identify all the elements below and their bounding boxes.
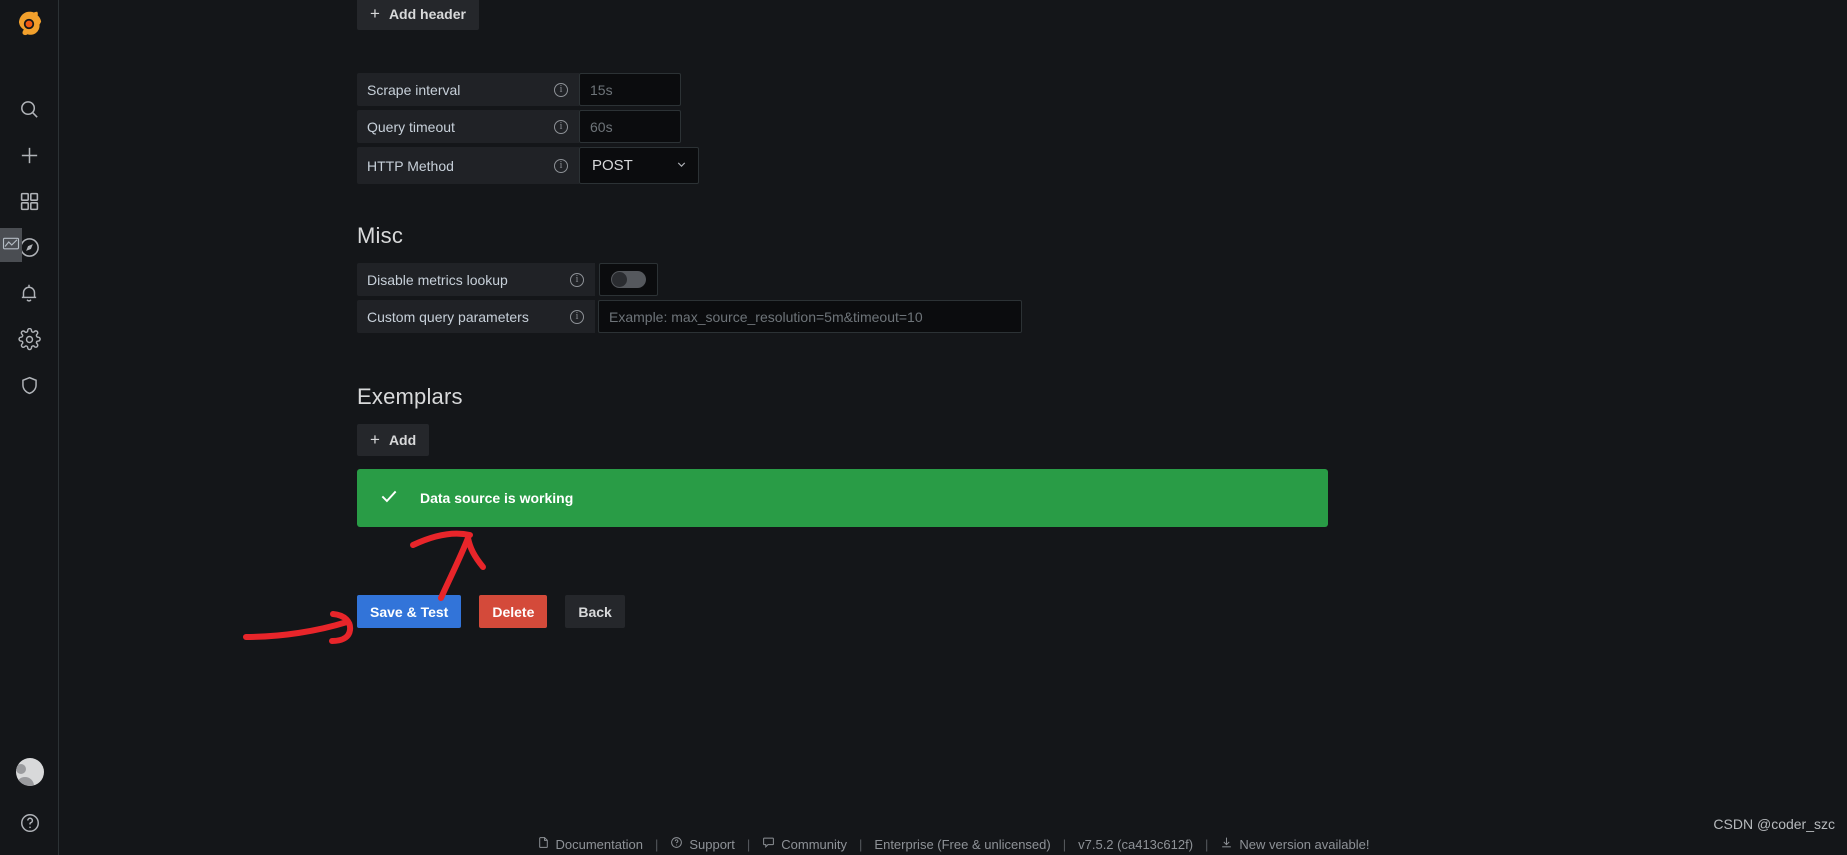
plus-icon: [18, 144, 41, 167]
main-sidebar: [0, 0, 59, 855]
watermark: CSDN @coder_szc: [1713, 816, 1835, 832]
footer-link-label: Community: [781, 836, 848, 852]
query-timeout-input[interactable]: [579, 110, 681, 143]
http-method-label-box: HTTP Method i: [357, 147, 579, 184]
misc-section-title: Misc: [357, 223, 404, 248]
delete-label: Delete: [492, 603, 535, 620]
info-icon[interactable]: i: [570, 309, 584, 324]
page-footer: Documentation | Support | Community | En…: [59, 836, 1847, 855]
save-and-test-label: Save & Test: [370, 603, 449, 620]
search-icon: [18, 98, 41, 121]
status-banner-message: Data source is working: [420, 490, 574, 506]
main-content: + Add header Scrape interval i Query tim…: [59, 0, 1847, 855]
scrape-interval-label-box: Scrape interval i: [357, 73, 579, 106]
add-header-button[interactable]: + Add header: [357, 0, 479, 30]
plus-icon: +: [370, 3, 380, 23]
back-label: Back: [578, 603, 612, 620]
disable-metrics-lookup-label-box: Disable metrics lookup i: [357, 263, 595, 296]
footer-separator: |: [654, 836, 659, 852]
footer-separator: |: [1062, 836, 1067, 852]
exemplars-section-title: Exemplars: [357, 384, 463, 409]
scrape-interval-row: Scrape interval i: [357, 73, 699, 106]
plus-icon: +: [370, 429, 380, 449]
sidebar-bottom: [0, 758, 59, 845]
doc-icon: [537, 836, 550, 852]
sidebar-item-alerting[interactable]: [0, 270, 59, 316]
http-method-row: HTTP Method i POST: [357, 147, 699, 184]
gear-icon: [17, 327, 41, 351]
scrape-interval-label: Scrape interval: [367, 81, 461, 98]
grafana-datasource-settings-page: + Add header Scrape interval i Query tim…: [0, 0, 1847, 855]
custom-query-parameters-input[interactable]: [598, 300, 1022, 333]
http-method-select-wrap: POST: [579, 147, 699, 184]
query-timeout-label-box: Query timeout i: [357, 110, 579, 143]
footer-separator: |: [1205, 836, 1209, 852]
sidebar-item-create[interactable]: [0, 132, 59, 178]
check-icon: [379, 486, 399, 510]
footer-link-documentation[interactable]: Documentation: [537, 836, 643, 852]
save-and-test-button[interactable]: Save & Test: [357, 595, 462, 628]
grafana-logo[interactable]: [9, 4, 49, 44]
footer-new-version-label: New version available!: [1239, 836, 1370, 852]
disable-metrics-lookup-toggle[interactable]: [599, 263, 658, 296]
footer-separator: |: [859, 836, 863, 852]
sidebar-item-configuration[interactable]: [0, 316, 59, 362]
footer-version: v7.5.2 (ca413c612f): [1078, 836, 1194, 852]
add-header-label: Add header: [388, 6, 466, 22]
status-banner: Data source is working: [357, 469, 1328, 527]
sidebar-item-search[interactable]: [0, 86, 59, 132]
disable-metrics-lookup-row: Disable metrics lookup i: [357, 263, 1022, 296]
sidebar-item-server-admin[interactable]: [0, 362, 59, 408]
info-icon[interactable]: i: [570, 272, 584, 287]
info-icon[interactable]: i: [554, 158, 568, 173]
custom-query-parameters-label: Custom query parameters: [367, 308, 529, 325]
custom-query-parameters-label-box: Custom query parameters i: [357, 300, 595, 333]
http-method-label: HTTP Method: [367, 157, 454, 174]
footer-link-community[interactable]: Community: [762, 836, 847, 852]
dashboard-preview-tab[interactable]: [0, 228, 22, 262]
footer-link-new-version[interactable]: New version available!: [1220, 836, 1370, 852]
http-method-select[interactable]: POST: [579, 147, 699, 184]
query-timeout-row: Query timeout i: [357, 110, 699, 143]
add-exemplar-label: Add: [388, 432, 417, 448]
info-icon[interactable]: i: [554, 119, 568, 134]
dashboards-icon: [19, 191, 40, 212]
footer-link-support[interactable]: Support: [670, 836, 735, 852]
sidebar-item-dashboards[interactable]: [0, 178, 59, 224]
footer-link-label: Support: [689, 836, 735, 852]
shield-icon: [19, 375, 40, 396]
chevron-down-icon: [675, 158, 688, 174]
disable-metrics-lookup-label: Disable metrics lookup: [367, 271, 508, 288]
back-button[interactable]: Back: [565, 595, 625, 628]
footer-edition: Enterprise (Free & unlicensed): [874, 836, 1051, 852]
query-timeout-label: Query timeout: [367, 118, 455, 135]
comment-icon: [762, 836, 775, 852]
add-exemplar-button[interactable]: + Add: [357, 424, 430, 456]
info-icon[interactable]: i: [554, 82, 568, 97]
download-icon: [1220, 836, 1233, 852]
scrape-interval-input[interactable]: [579, 73, 681, 106]
form-actions: Save & Test Delete Back: [357, 595, 625, 628]
footer-link-label: Documentation: [555, 836, 643, 852]
question-circle-icon: [670, 836, 683, 852]
http-method-value: POST: [592, 157, 633, 174]
custom-query-parameters-row: Custom query parameters i: [357, 300, 1022, 333]
help-icon[interactable]: [19, 812, 41, 839]
avatar[interactable]: [15, 758, 44, 786]
delete-button[interactable]: Delete: [479, 595, 548, 628]
bell-icon: [18, 282, 40, 304]
footer-separator: |: [746, 836, 751, 852]
